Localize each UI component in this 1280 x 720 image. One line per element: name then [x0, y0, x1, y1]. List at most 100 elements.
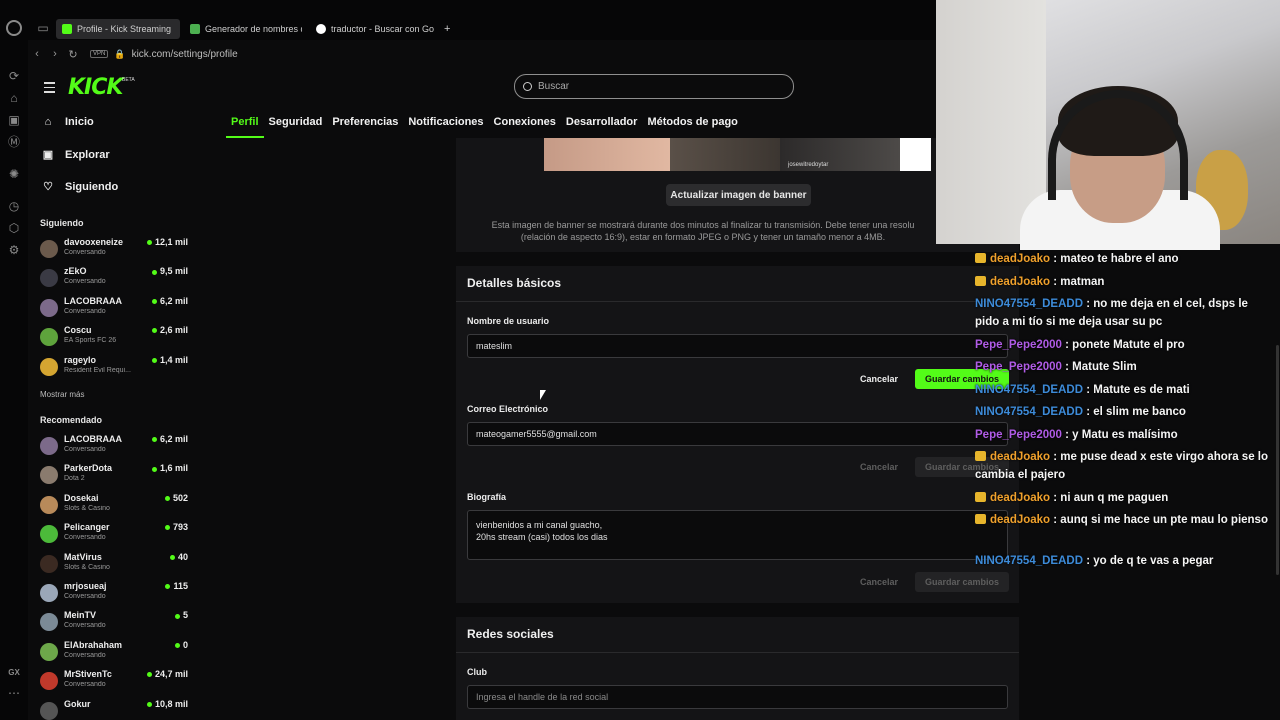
- bio-textarea[interactable]: vienbenidos a mi canal guacho, 20hs stre…: [467, 510, 1008, 560]
- search-input[interactable]: Buscar: [514, 74, 794, 99]
- live-dot-icon: [151, 437, 157, 443]
- viewer-count-text: 0: [182, 639, 188, 650]
- channel-item[interactable]: ParkerDota Dota 2 1,6 mil: [40, 463, 188, 489]
- browser-logo-icon[interactable]: [6, 20, 22, 36]
- viewer-count-text: 793: [172, 522, 188, 533]
- chat-text: : aunq si me hace un pte mau lo pienso: [1050, 514, 1268, 526]
- mouse-cursor: [540, 390, 546, 400]
- avatar: [40, 584, 58, 602]
- nav-siguiendo[interactable]: ♡ Siguiendo: [42, 180, 118, 194]
- menu-icon[interactable]: [44, 82, 55, 96]
- tab-manager-icon[interactable]: ▭: [35, 20, 51, 36]
- banner-preview: josewitredoytar: [544, 138, 931, 171]
- ai-icon[interactable]: ✺: [6, 166, 22, 182]
- viewer-count-text: 1,6 mil: [159, 463, 188, 474]
- live-dot-icon: [151, 328, 157, 334]
- subscriber-badge-icon: [975, 275, 986, 286]
- channel-item[interactable]: Coscu EA Sports FC 26 2,6 mil: [40, 325, 188, 351]
- nav-explorar[interactable]: ▣ Explorar: [42, 148, 110, 162]
- banner-note: Esta imagen de banner se mostrará durant…: [470, 219, 936, 243]
- avatar: [40, 701, 58, 720]
- club-field[interactable]: Ingresa el handle de la red social: [467, 685, 1008, 709]
- channel-item[interactable]: rageylo Resident Evil Requi... 1,4 mil: [40, 355, 188, 381]
- bio-cancel-button[interactable]: Cancelar: [860, 577, 898, 587]
- avatar: [40, 642, 58, 661]
- history-icon[interactable]: ⟳: [6, 68, 22, 84]
- tab-metodos-de-pago[interactable]: Métodos de pago: [642, 112, 742, 138]
- scrollbar[interactable]: [1276, 345, 1279, 575]
- email-cancel-button[interactable]: Cancelar: [860, 462, 898, 472]
- tab-preferencias[interactable]: Preferencias: [327, 112, 403, 138]
- vpn-badge[interactable]: VPN: [90, 50, 109, 58]
- lock-icon: 🔒: [114, 48, 126, 59]
- kick-logo[interactable]: KICK: [68, 75, 123, 100]
- reload-icon[interactable]: ↻: [64, 48, 82, 61]
- chat-text: : yo de q te vas a pegar: [1083, 554, 1214, 567]
- more-icon[interactable]: ⋯: [6, 685, 22, 701]
- viewer-count: 5: [174, 610, 188, 620]
- tab-kick-profile[interactable]: Profile - Kick Streaming: [56, 19, 180, 39]
- subscriber-badge-icon: [975, 491, 986, 502]
- channel-item[interactable]: LACOBRAAA Conversando 6,2 mil: [40, 434, 188, 460]
- avatar: [40, 357, 58, 376]
- viewer-count-text: 40: [177, 551, 188, 562]
- image-icon[interactable]: ▣: [6, 112, 22, 128]
- channel-category: Conversando: [64, 593, 106, 600]
- back-icon[interactable]: ‹: [28, 48, 46, 60]
- username-field[interactable]: mateslim: [467, 334, 1008, 358]
- tab-perfil[interactable]: Perfil: [226, 112, 264, 138]
- channel-name: LACOBRAAA: [64, 295, 122, 306]
- tab-desarrollador[interactable]: Desarrollador: [561, 112, 643, 138]
- channel-item[interactable]: ElAbrahaham Conversando 0: [40, 640, 188, 666]
- viewer-count-text: 9,5 mil: [159, 266, 188, 277]
- channel-item[interactable]: zEkO Conversando 9,5 mil: [40, 266, 188, 292]
- channel-name: Gokur: [64, 698, 91, 709]
- chat-message: deadJoako : aunq si me hace un pte mau l…: [975, 511, 1275, 529]
- channel-item[interactable]: LACOBRAAA Conversando 6,2 mil: [40, 296, 188, 322]
- settings-icon[interactable]: ⚙: [6, 242, 22, 258]
- clock-icon[interactable]: ◷: [6, 198, 22, 214]
- chat-message: Pepe_Pepe2000 : Matute Slim: [975, 358, 1275, 376]
- channel-item[interactable]: Gokur 10,8 mil: [40, 699, 188, 720]
- box-icon[interactable]: ⬡: [6, 220, 22, 236]
- tab-generador[interactable]: Generador de nombres de: [184, 19, 302, 39]
- search-placeholder: Buscar: [538, 81, 570, 92]
- channel-item[interactable]: davooxeneize Conversando 12,1 mil: [40, 237, 188, 263]
- show-more-link[interactable]: Mostrar más: [40, 390, 84, 399]
- channel-name: MrStivenTc: [64, 669, 112, 680]
- live-dot-icon: [151, 466, 157, 472]
- viewer-count-text: 24,7 mil: [154, 669, 188, 680]
- nav-inicio[interactable]: ⌂ Inicio: [42, 116, 94, 128]
- update-banner-button[interactable]: Actualizar imagen de banner: [666, 184, 811, 206]
- channel-name: Pelicanger: [64, 522, 110, 533]
- username-cancel-button[interactable]: Cancelar: [860, 374, 898, 384]
- forward-icon[interactable]: ›: [46, 48, 64, 60]
- channel-name: davooxeneize: [64, 237, 124, 247]
- tab-traductor[interactable]: traductor - Buscar con Go: [310, 19, 434, 39]
- live-dot-icon: [169, 554, 175, 560]
- new-tab-button[interactable]: +: [438, 19, 456, 39]
- avatar: [40, 298, 58, 317]
- url-field[interactable]: kick.com/settings/profile: [132, 49, 238, 60]
- bag-icon[interactable]: ⌂: [6, 90, 22, 106]
- bio-save-button[interactable]: Guardar cambios: [915, 572, 1009, 592]
- channel-category: Slots & Casino: [64, 504, 110, 512]
- channel-item[interactable]: mrjosueaj Conversando 115: [40, 581, 188, 607]
- tab-seguridad[interactable]: Seguridad: [264, 112, 328, 138]
- tab-notificaciones[interactable]: Notificaciones: [403, 112, 488, 138]
- viewer-count-text: 502: [172, 492, 188, 503]
- tab-conexiones[interactable]: Conexiones: [489, 112, 561, 138]
- channel-category: Conversando: [64, 446, 106, 453]
- channel-item[interactable]: Pelicanger Conversando 793: [40, 522, 188, 548]
- channel-item[interactable]: MrStivenTc Conversando 24,7 mil: [40, 669, 188, 695]
- channel-item[interactable]: MatVirus Slots & Casino 40: [40, 552, 188, 578]
- address-bar: ‹ › ↻ VPN 🔒 kick.com/settings/profile: [28, 43, 940, 65]
- live-dot-icon: [146, 672, 152, 678]
- messenger-icon[interactable]: Ⓜ: [6, 134, 22, 150]
- channel-item[interactable]: MeinTV Conversando 5: [40, 610, 188, 636]
- live-dot-icon: [151, 269, 157, 275]
- following-title: Siguiendo: [40, 218, 84, 228]
- email-field[interactable]: mateogamer5555@gmail.com: [467, 422, 1008, 446]
- viewer-count: 6,2 mil: [151, 434, 188, 444]
- channel-item[interactable]: Dosekai Slots & Casino 502: [40, 493, 188, 519]
